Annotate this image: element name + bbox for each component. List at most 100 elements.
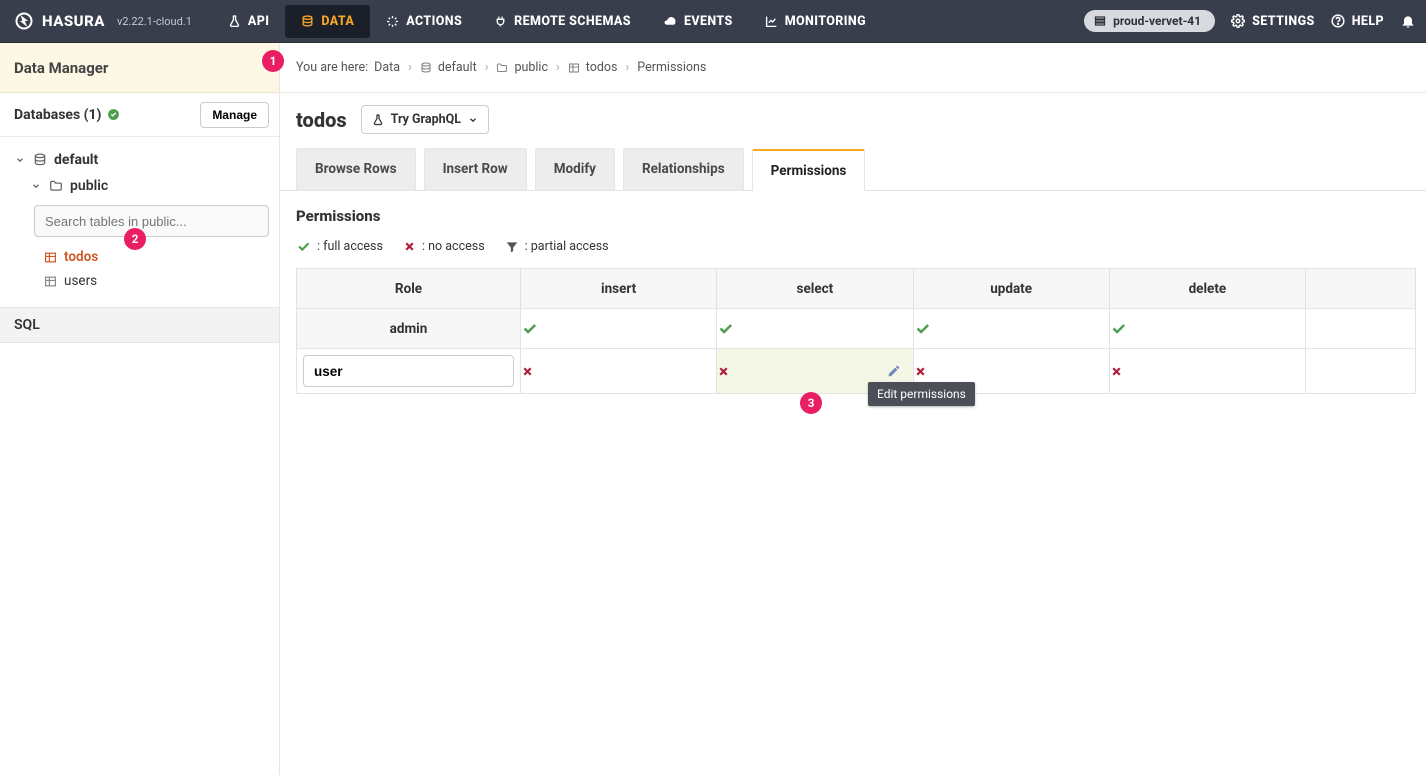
page-title: todos: [296, 108, 347, 132]
nav-events[interactable]: EVENTS: [647, 5, 749, 38]
permissions-legend: : full access : no access : partial acce…: [296, 239, 1410, 254]
table-search-input[interactable]: [34, 205, 269, 237]
role-input[interactable]: [303, 355, 514, 387]
breadcrumb-current: Permissions: [637, 60, 706, 75]
nav-monitoring-label: MONITORING: [785, 14, 866, 29]
tab-modify[interactable]: Modify: [535, 148, 615, 190]
chevron-down-icon: [468, 115, 478, 125]
col-actions: [1306, 269, 1416, 309]
chevron-right-icon: ›: [554, 60, 562, 75]
x-icon: [717, 365, 912, 378]
perm-cell[interactable]: [1109, 309, 1305, 349]
chevron-right-icon: ›: [406, 60, 414, 75]
chevron-down-icon: [30, 180, 42, 192]
chevron-right-icon: ›: [624, 60, 632, 75]
breadcrumb-db[interactable]: default: [438, 60, 477, 75]
flask-icon: [372, 114, 384, 126]
try-graphql-button[interactable]: Try GraphQL: [361, 105, 489, 134]
table-row: admin: [297, 309, 1416, 349]
help-label: HELP: [1352, 14, 1384, 29]
tab-relationships[interactable]: Relationships: [623, 148, 744, 190]
brand-name: HASURA: [42, 12, 105, 30]
row-actions: [1306, 349, 1416, 394]
perm-cell[interactable]: [913, 309, 1109, 349]
perm-cell[interactable]: [521, 309, 717, 349]
breadcrumb-data[interactable]: Data: [374, 60, 400, 75]
tab-permissions[interactable]: Permissions: [752, 149, 866, 191]
nav-actions[interactable]: ACTIONS: [370, 5, 478, 38]
brand-version: v2.22.1-cloud.1: [117, 15, 192, 28]
table-name: users: [64, 273, 97, 289]
nav-right: proud-vervet-41 SETTINGS HELP: [1084, 10, 1416, 32]
chart-icon: [765, 15, 778, 28]
nav-events-label: EVENTS: [684, 14, 733, 29]
check-circle-icon: [107, 108, 120, 121]
col-select: select: [717, 269, 913, 309]
tree-database[interactable]: default: [10, 147, 269, 173]
sql-section[interactable]: SQL: [0, 307, 279, 343]
tabs: Browse Rows Insert Row Modify Relationsh…: [280, 142, 1426, 191]
project-selector[interactable]: proud-vervet-41: [1084, 10, 1215, 32]
hasura-logo-icon: [14, 11, 34, 31]
help-link[interactable]: HELP: [1331, 14, 1384, 29]
nav-remote-label: REMOTE SCHEMAS: [514, 14, 631, 29]
col-role: Role: [297, 269, 521, 309]
permissions-section: Permissions : full access : no access : …: [280, 191, 1426, 410]
database-name: default: [54, 152, 98, 168]
nav-data[interactable]: DATA: [285, 5, 370, 38]
databases-label: Databases (1): [14, 107, 101, 123]
breadcrumb-table[interactable]: todos: [586, 60, 618, 75]
nav-api[interactable]: API: [212, 5, 285, 38]
database-icon: [420, 62, 432, 74]
nav-items: API DATA ACTIONS REMOTE SCHEMAS EVENTS M…: [212, 5, 882, 38]
breadcrumb-schema[interactable]: public: [514, 60, 548, 75]
tab-insert-row[interactable]: Insert Row: [424, 148, 527, 190]
table-item-users[interactable]: users: [44, 269, 279, 293]
row-actions: [1306, 309, 1416, 349]
page-header: todos Try GraphQL: [280, 93, 1426, 142]
actions-icon: [386, 15, 399, 28]
folder-icon: [496, 62, 508, 74]
schema-name: public: [70, 178, 108, 194]
check-icon: [296, 239, 311, 254]
sql-label: SQL: [14, 317, 40, 333]
permissions-table: Role insert select update delete admin: [296, 268, 1416, 394]
pencil-icon[interactable]: [887, 364, 901, 378]
tree-schema[interactable]: public: [10, 173, 269, 199]
table-item-todos[interactable]: todos: [44, 245, 279, 269]
flask-icon: [228, 15, 241, 28]
database-icon: [301, 15, 314, 28]
col-insert: insert: [521, 269, 717, 309]
notifications-icon[interactable]: [1400, 13, 1416, 29]
settings-link[interactable]: SETTINGS: [1231, 14, 1315, 29]
nav-api-label: API: [248, 14, 269, 29]
sidebar: Data Manager Databases (1) Manage defaul…: [0, 43, 280, 775]
tab-browse-rows[interactable]: Browse Rows: [296, 148, 416, 190]
database-icon: [33, 153, 47, 167]
database-tree: default public: [0, 137, 279, 205]
role-admin: admin: [297, 309, 521, 349]
project-name: proud-vervet-41: [1113, 14, 1201, 28]
nav-data-label: DATA: [321, 14, 354, 29]
perm-cell[interactable]: [1109, 349, 1305, 394]
manage-button[interactable]: Manage: [200, 102, 269, 128]
check-icon: [914, 320, 1109, 337]
edit-permissions-tooltip: Edit permissions: [868, 382, 975, 406]
plug-icon: [494, 15, 507, 28]
help-icon: [1331, 14, 1345, 28]
folder-icon: [49, 179, 63, 193]
perm-cell[interactable]: [521, 349, 717, 394]
check-icon: [717, 320, 912, 337]
annotation-marker-3: 3: [800, 392, 822, 414]
nav-remote-schemas[interactable]: REMOTE SCHEMAS: [478, 5, 647, 38]
perm-cell[interactable]: [717, 309, 913, 349]
nav-actions-label: ACTIONS: [406, 14, 462, 29]
chevron-down-icon: [14, 154, 26, 166]
nav-monitoring[interactable]: MONITORING: [749, 5, 882, 38]
col-update: update: [913, 269, 1109, 309]
check-icon: [1110, 320, 1305, 337]
table-icon: [568, 62, 580, 74]
table-name: todos: [64, 249, 98, 265]
table-list: todos users: [0, 245, 279, 293]
logo-block[interactable]: HASURA v2.22.1-cloud.1: [14, 11, 192, 31]
